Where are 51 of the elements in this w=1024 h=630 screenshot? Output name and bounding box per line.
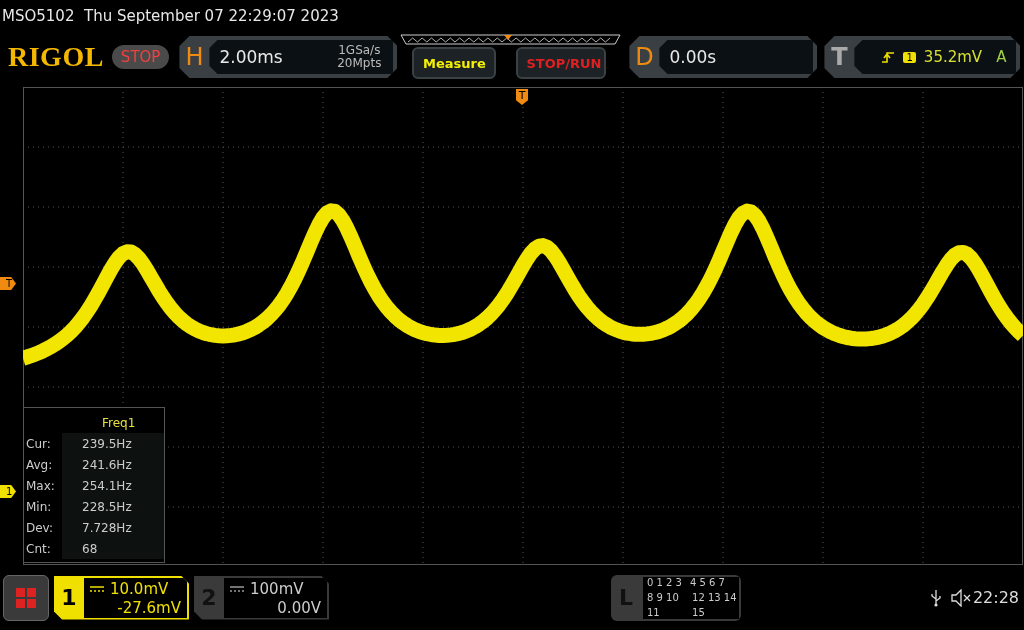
usb-icon — [930, 588, 941, 607]
measurement-label: Avg: — [25, 456, 54, 474]
horizontal-label: H — [184, 42, 205, 73]
menu-button[interactable] — [3, 574, 49, 621]
channel-panel[interactable]: 1 10.0mV -27.6mV — [54, 575, 189, 620]
clock-time: 22:28 — [972, 588, 1019, 607]
measurement-title: Freq1 — [101, 415, 136, 430]
measurement-value: 241.6Hz — [62, 454, 164, 475]
timebase-value: 2.00ms — [219, 47, 283, 67]
grid-icon — [15, 586, 37, 609]
logic-channel-numbers: 4 5 6 7 — [690, 576, 725, 590]
trigger-level-marker[interactable]: T — [0, 277, 16, 290]
run-state-indicator: STOP — [111, 45, 170, 69]
measure-button[interactable]: Measure — [412, 47, 497, 79]
measurement-label: Max: — [25, 477, 56, 495]
trigger-panel[interactable]: T 1 35.2mV A — [824, 36, 1021, 78]
dc-coupling-icon — [90, 585, 104, 593]
rigol-logo: RIGOL — [8, 41, 104, 73]
measurement-label: Cnt: — [25, 540, 52, 558]
measurement-label: Min: — [25, 498, 53, 516]
speaker-muted-icon — [950, 588, 971, 607]
measurement-value: 239.5Hz — [62, 433, 164, 454]
dc-coupling-icon — [230, 585, 244, 593]
trigger-position-marker[interactable]: T — [516, 89, 528, 105]
trigger-level-value: 35.2mV — [923, 48, 983, 66]
measurement-value: 228.5Hz — [62, 496, 164, 517]
measurement-value: 254.1Hz — [62, 475, 164, 496]
header-text: MSO5102 Thu September 07 22:29:07 2023 — [1, 6, 340, 27]
channel-number: 1 — [60, 584, 78, 612]
delay-label: D — [634, 42, 655, 73]
logic-channel-numbers: 8 9 10 11 — [647, 591, 680, 620]
channel-offset: -27.6mV — [116, 598, 181, 618]
rising-edge-icon — [881, 50, 896, 64]
channel-marker[interactable]: 1 — [0, 485, 16, 498]
delay-value: 0.00s — [669, 47, 717, 67]
trigger-label: T — [830, 42, 849, 73]
measurement-label: Cur: — [25, 435, 52, 453]
horizontal-panel[interactable]: H 2.00ms 1GSa/s 20Mpts — [179, 36, 398, 78]
channel-scale: 100mV — [250, 579, 304, 599]
channel-offset: 0.00V — [276, 598, 321, 618]
trigger-source-badge: 1 — [903, 51, 916, 63]
trigger-mode: A — [996, 48, 1007, 66]
logic-channel-numbers: 0 1 2 3 — [647, 576, 682, 590]
measurement-value: 68 — [62, 538, 164, 559]
memory-depth: 20Mpts — [337, 57, 382, 70]
sample-rate: 1GSa/s — [338, 44, 381, 57]
measurement-value: 7.728Hz — [62, 517, 164, 538]
delay-panel[interactable]: D 0.00s — [629, 36, 818, 78]
measurement-label: Dev: — [25, 519, 55, 537]
channel-scale: 10.0mV — [110, 579, 169, 599]
logic-channel-numbers: 12 13 14 15 — [692, 591, 738, 620]
